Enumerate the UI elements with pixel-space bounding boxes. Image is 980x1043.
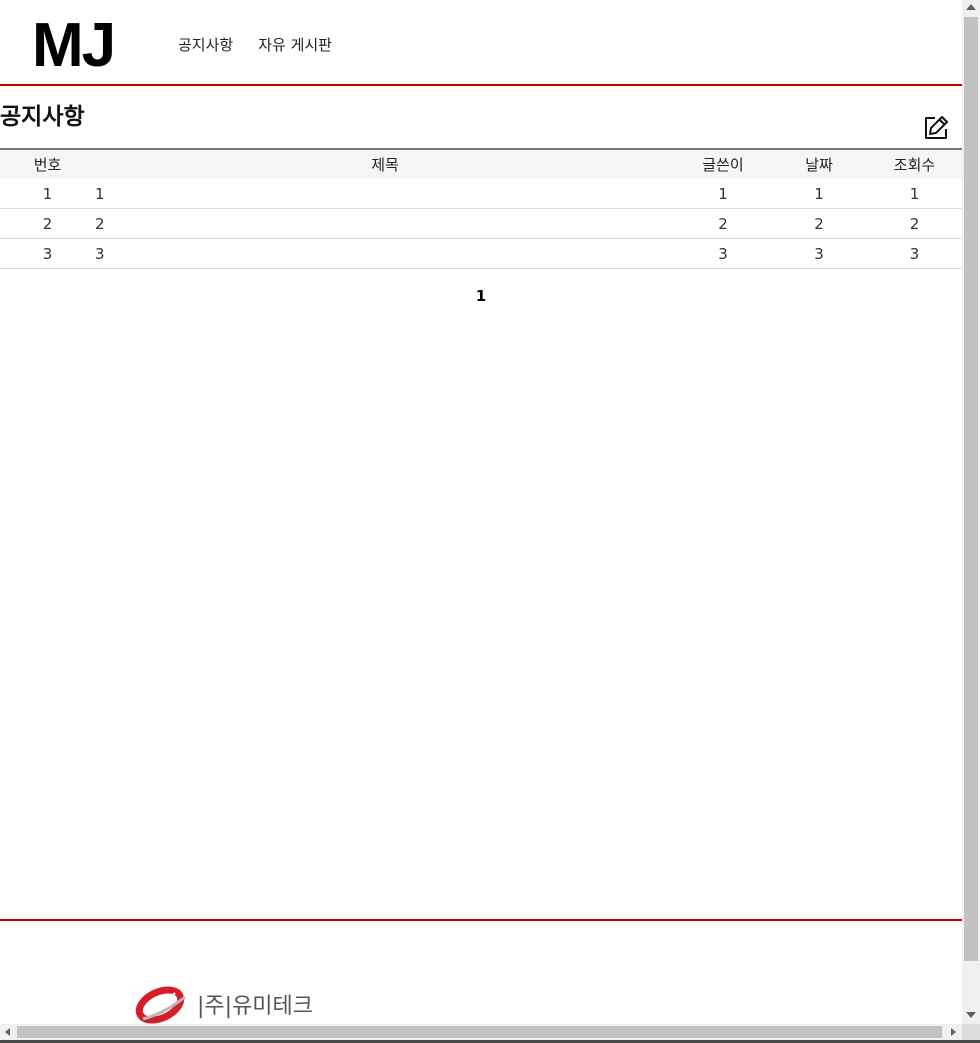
cell-title[interactable]: 1 <box>95 179 675 209</box>
horizontal-scroll-thumb[interactable] <box>17 1026 942 1038</box>
cell-number: 2 <box>0 208 95 239</box>
cell-views: 3 <box>867 238 962 269</box>
col-header-title: 제목 <box>371 156 399 174</box>
vertical-scrollbar[interactable] <box>962 0 980 1024</box>
cell-date: 2 <box>771 208 867 239</box>
scroll-right-icon[interactable] <box>951 1028 956 1036</box>
site-logo[interactable]: MJ <box>32 8 116 84</box>
company-logo: |주|유미테크 <box>135 983 345 1024</box>
page: MJ 공지사항 자유 게시판 공지사항 번호 제목 글쓴이 날짜 조회수 1 1… <box>0 0 962 1024</box>
company-logo-graphic: |주|유미테크 <box>135 986 313 1024</box>
main-nav: 공지사항 자유 게시판 <box>178 34 332 55</box>
col-header-date: 날짜 <box>805 156 833 174</box>
cell-views: 2 <box>867 208 962 239</box>
site-header: MJ 공지사항 자유 게시판 <box>0 0 962 86</box>
cell-writer: 3 <box>675 238 771 269</box>
scroll-up-icon[interactable] <box>966 4 976 10</box>
cell-date: 1 <box>771 179 867 209</box>
cell-title[interactable]: 2 <box>95 208 675 239</box>
write-post-button[interactable] <box>922 114 950 142</box>
cell-title[interactable]: 3 <box>95 238 675 269</box>
notice-table: 번호 제목 글쓴이 날짜 조회수 1 1 1 1 1 2 2 2 2 2 3 3… <box>0 148 962 269</box>
cell-number: 1 <box>0 179 95 209</box>
col-header-views: 조회수 <box>893 156 936 174</box>
col-header-writer: 글쓴이 <box>702 156 744 174</box>
table-header-row: 번호 제목 글쓴이 날짜 조회수 <box>0 149 962 179</box>
cell-date: 3 <box>771 238 867 269</box>
table-row[interactable]: 3 3 3 3 3 <box>0 238 962 269</box>
horizontal-scrollbar[interactable] <box>0 1024 962 1040</box>
cell-writer: 1 <box>675 179 771 209</box>
scroll-down-icon[interactable] <box>966 1012 976 1018</box>
scrollbar-corner <box>962 1024 980 1040</box>
page-link-1[interactable]: 1 <box>476 287 486 305</box>
company-name: |주|유미테크 <box>197 994 313 1019</box>
edit-icon <box>925 116 948 139</box>
nav-item-free-board[interactable]: 자유 게시판 <box>258 34 332 55</box>
pagination: 1 <box>0 287 962 305</box>
table-row[interactable]: 2 2 2 2 2 <box>0 208 962 239</box>
cell-number: 3 <box>0 238 95 269</box>
col-header-number: 번호 <box>33 156 62 174</box>
nav-item-notice[interactable]: 공지사항 <box>178 34 233 55</box>
table-row[interactable]: 1 1 1 1 1 <box>0 179 962 209</box>
scroll-left-icon[interactable] <box>5 1028 10 1036</box>
cell-writer: 2 <box>675 208 771 239</box>
vertical-scroll-thumb[interactable] <box>964 17 978 961</box>
cell-views: 1 <box>867 179 962 209</box>
page-title: 공지사항 <box>0 104 85 130</box>
